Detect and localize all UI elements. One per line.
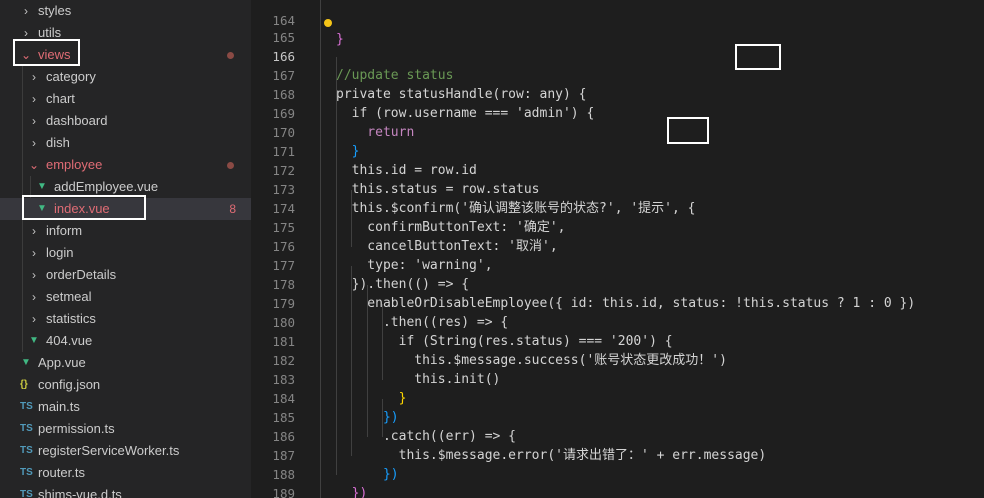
code-line-170[interactable]: 170 } bbox=[251, 104, 984, 159]
tree-file-router-ts[interactable]: TS router.ts bbox=[0, 462, 251, 484]
explorer-sidebar: › styles › utils ⌄ views › category › ch… bbox=[0, 0, 251, 498]
code-line-186[interactable]: 186 this.$message.error('请求出错了：' + err.m… bbox=[251, 408, 984, 463]
code-line-183[interactable]: 183 } bbox=[251, 351, 984, 406]
lightbulb-icon[interactable] bbox=[324, 19, 332, 27]
tree-item-label: shims-vue.d.ts bbox=[38, 487, 122, 498]
chevron-right-icon: › bbox=[32, 92, 36, 106]
tree-item-label: login bbox=[46, 245, 74, 260]
code-line-174[interactable]: 174 confirmButtonText: '确定', bbox=[251, 180, 984, 235]
ts-file-icon: TS bbox=[20, 445, 33, 456]
chevron-down-icon: ⌄ bbox=[28, 158, 40, 172]
chevron-right-icon: › bbox=[32, 290, 36, 304]
code-line-185[interactable]: 185 .catch((err) => { bbox=[251, 389, 984, 444]
chevron-right-icon: › bbox=[32, 312, 36, 326]
tree-item-label: 404.vue bbox=[46, 333, 93, 348]
ts-file-icon: TS bbox=[20, 467, 33, 478]
tree-file-permission-ts[interactable]: TS permission.ts bbox=[0, 418, 251, 440]
tree-file-main-ts[interactable]: TS main.ts bbox=[0, 396, 251, 418]
chevron-right-icon: › bbox=[32, 268, 36, 282]
tree-item-label: router.ts bbox=[38, 465, 85, 480]
code-line-178[interactable]: 178 enableOrDisableEmployee({ id: this.i… bbox=[251, 256, 984, 311]
tree-folder-dish[interactable]: › dish bbox=[0, 132, 251, 154]
tree-folder-orderdetails[interactable]: › orderDetails bbox=[0, 264, 251, 286]
problem-count-badge: 8 bbox=[229, 202, 236, 216]
tree-folder-login[interactable]: › login bbox=[0, 242, 251, 264]
tree-item-label: App.vue bbox=[38, 355, 86, 370]
tree-file-app-vue[interactable]: ▼ App.vue bbox=[0, 352, 251, 374]
tree-item-label: dish bbox=[46, 135, 70, 150]
code-line-168[interactable]: 168 if (row.username === 'admin') { bbox=[251, 66, 984, 121]
code-line-173[interactable]: 173 this.$confirm('确认调整该账号的状态?', '提示', { bbox=[251, 161, 984, 216]
tree-item-label: orderDetails bbox=[46, 267, 117, 282]
tree-item-label: config.json bbox=[38, 377, 101, 392]
tree-item-label: permission.ts bbox=[38, 421, 115, 436]
ts-file-icon: TS bbox=[20, 423, 33, 434]
tree-folder-styles[interactable]: › styles bbox=[0, 0, 251, 22]
tree-item-label: statistics bbox=[46, 311, 96, 326]
modified-dot-icon bbox=[227, 162, 234, 169]
tree-item-label: setmeal bbox=[46, 289, 92, 304]
ts-file-icon: TS bbox=[20, 401, 33, 412]
tree-item-label: employee bbox=[46, 157, 103, 172]
tree-folder-inform[interactable]: › inform bbox=[0, 220, 251, 242]
code-line-189[interactable]: 189 } bbox=[251, 465, 984, 498]
tree-folder-statistics[interactable]: › statistics bbox=[0, 308, 251, 330]
code-line-166[interactable]: 166 //update status bbox=[251, 28, 984, 83]
code-line-182[interactable]: 182 this.init() bbox=[251, 332, 984, 387]
vue-file-icon: ▼ bbox=[21, 357, 31, 368]
chevron-right-icon: › bbox=[32, 246, 36, 260]
tree-folder-setmeal[interactable]: › setmeal bbox=[0, 286, 251, 308]
tree-folder-chart[interactable]: › chart bbox=[0, 88, 251, 110]
tree-item-label: category bbox=[46, 69, 96, 84]
highlight-box bbox=[22, 195, 146, 220]
highlight-box bbox=[667, 117, 709, 144]
tree-file-404-vue[interactable]: ▼ 404.vue bbox=[0, 330, 251, 352]
modified-dot-icon bbox=[227, 52, 234, 59]
code-line-181[interactable]: 181 this.$message.success('账号状态更改成功！') bbox=[251, 313, 984, 368]
code-line-165[interactable]: 165 bbox=[251, 9, 984, 45]
tree-item-label: chart bbox=[46, 91, 75, 106]
code-line-184[interactable]: 184 }) bbox=[251, 370, 984, 425]
code-editor[interactable]: 164 } 165 166 //update status 167 privat… bbox=[251, 0, 984, 498]
chevron-right-icon: › bbox=[32, 70, 36, 84]
tree-file-shims-vue-ts[interactable]: TS shims-vue.d.ts bbox=[0, 484, 251, 498]
code-line-190[interactable]: 190 bbox=[251, 484, 984, 498]
json-file-icon: {} bbox=[20, 379, 28, 390]
code-line-179[interactable]: 179 .then((res) => { bbox=[251, 275, 984, 330]
code-line-176[interactable]: 176 type: 'warning', bbox=[251, 218, 984, 273]
tree-item-label: inform bbox=[46, 223, 83, 238]
vue-file-icon: ▼ bbox=[29, 335, 39, 346]
tree-file-config-json[interactable]: {} config.json bbox=[0, 374, 251, 396]
tree-item-label: registerServiceWorker.ts bbox=[38, 443, 180, 458]
code-line-188[interactable]: 188 }) bbox=[251, 446, 984, 498]
tree-item-label: main.ts bbox=[38, 399, 80, 414]
tree-folder-employee[interactable]: ⌄ employee bbox=[0, 154, 251, 176]
chevron-right-icon: › bbox=[24, 4, 28, 18]
code-line-177[interactable]: 177 }).then(() => { bbox=[251, 237, 984, 292]
code-line-187[interactable]: 187 }) bbox=[251, 427, 984, 482]
chevron-right-icon: › bbox=[32, 114, 36, 128]
code-line-175[interactable]: 175 cancelButtonText: '取消', bbox=[251, 199, 984, 254]
code-line-172[interactable]: 172 this.status = row.status bbox=[251, 142, 984, 197]
code-line-180[interactable]: 180 if (String(res.status) === '200') { bbox=[251, 294, 984, 349]
chevron-right-icon: › bbox=[32, 136, 36, 150]
tree-folder-dashboard[interactable]: › dashboard bbox=[0, 110, 251, 132]
tree-folder-category[interactable]: › category bbox=[0, 66, 251, 88]
code-line-169[interactable]: 169 return bbox=[251, 85, 984, 140]
code-line-167[interactable]: 167 private statusHandle(row: any) { bbox=[251, 47, 984, 102]
code-line-171[interactable]: 171 this.id = row.id bbox=[251, 123, 984, 178]
highlight-box bbox=[13, 39, 80, 66]
tree-item-label: dashboard bbox=[46, 113, 108, 128]
chevron-right-icon: › bbox=[32, 224, 36, 238]
tree-item-label: styles bbox=[38, 3, 72, 18]
ts-file-icon: TS bbox=[20, 489, 33, 498]
tree-file-registerserviceworker-ts[interactable]: TS registerServiceWorker.ts bbox=[0, 440, 251, 462]
